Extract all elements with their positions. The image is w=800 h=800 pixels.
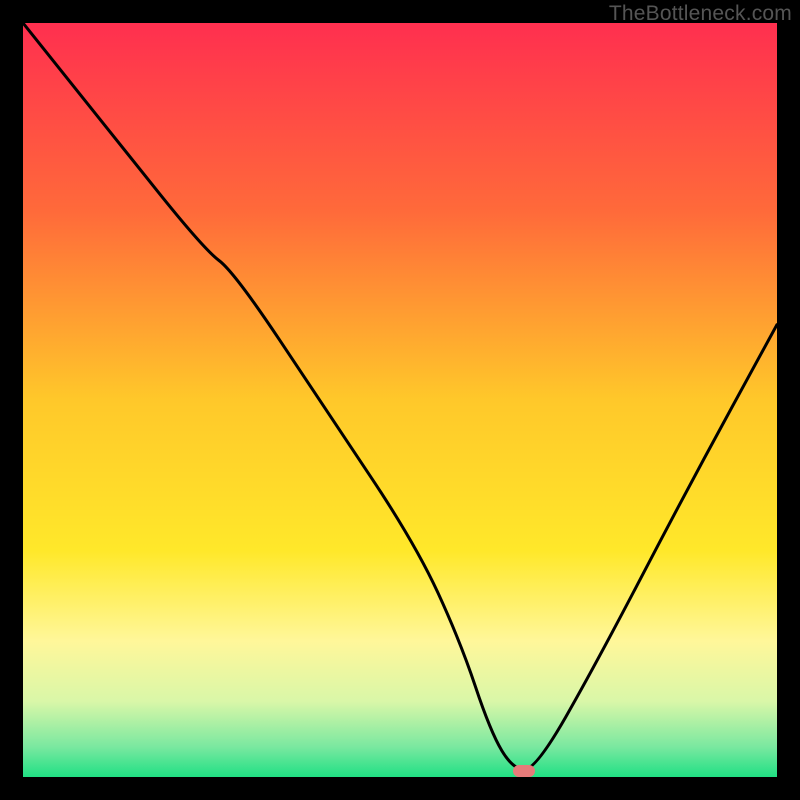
optimal-point-marker	[513, 765, 535, 777]
gradient-background	[23, 23, 777, 777]
chart-frame: TheBottleneck.com	[0, 0, 800, 800]
plot-svg	[23, 23, 777, 777]
plot-area	[23, 23, 777, 777]
watermark-text: TheBottleneck.com	[609, 2, 792, 26]
